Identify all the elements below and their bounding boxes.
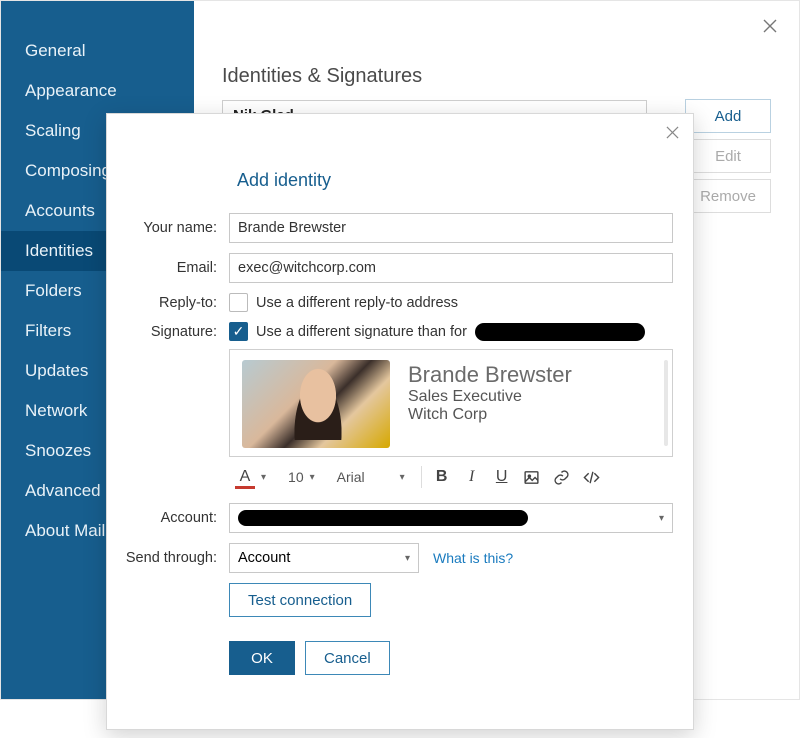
email-label: Email:	[107, 260, 229, 276]
send-through-value: Account	[238, 550, 290, 566]
sidebar-item-general[interactable]: General	[1, 31, 194, 71]
bold-icon[interactable]: B	[432, 467, 452, 487]
close-icon[interactable]	[666, 126, 679, 139]
redacted-text	[238, 510, 528, 526]
underline-icon[interactable]: U	[492, 467, 512, 487]
close-icon[interactable]	[763, 19, 777, 33]
link-icon[interactable]	[552, 467, 572, 487]
your-name-input[interactable]	[229, 213, 673, 243]
section-title: Identities & Signatures	[222, 65, 799, 88]
image-icon[interactable]	[522, 467, 542, 487]
edit-button[interactable]: Edit	[685, 139, 771, 173]
signature-checkbox[interactable]: ✓	[229, 322, 248, 341]
chevron-down-icon[interactable]: ▾	[310, 472, 315, 483]
signature-text: Brande Brewster Sales Executive Witch Co…	[408, 360, 572, 424]
identity-action-buttons: Add Edit Remove	[685, 99, 771, 213]
chevron-down-icon: ▾	[405, 553, 410, 564]
signature-name: Brande Brewster	[408, 362, 572, 388]
reply-to-checkbox-label: Use a different reply-to address	[256, 295, 458, 311]
font-family-value[interactable]: Arial	[337, 469, 365, 485]
signature-checkbox-label: Use a different signature than for	[256, 323, 645, 341]
cancel-button[interactable]: Cancel	[305, 641, 390, 675]
ok-button[interactable]: OK	[229, 641, 295, 675]
chevron-down-icon: ▾	[659, 513, 664, 524]
your-name-label: Your name:	[107, 220, 229, 236]
add-identity-dialog: Add identity Your name: Email: Reply-to:…	[106, 113, 694, 730]
email-input[interactable]	[229, 253, 673, 283]
signature-label: Signature:	[107, 322, 229, 340]
chevron-down-icon[interactable]: ▾	[400, 472, 405, 483]
signature-editor[interactable]: Brande Brewster Sales Executive Witch Co…	[229, 349, 673, 457]
reply-to-checkbox[interactable]	[229, 293, 248, 312]
signature-toolbar: A ▾ 10 ▾ Arial ▾ B I U	[229, 457, 673, 493]
text-color-icon[interactable]: A	[235, 467, 255, 487]
test-connection-button[interactable]: Test connection	[229, 583, 371, 617]
code-icon[interactable]	[582, 467, 602, 487]
sidebar-item-appearance[interactable]: Appearance	[1, 71, 194, 111]
signature-company: Witch Corp	[408, 406, 572, 424]
reply-to-label: Reply-to:	[107, 295, 229, 311]
remove-button[interactable]: Remove	[685, 179, 771, 213]
send-through-label: Send through:	[107, 550, 229, 566]
redacted-text	[475, 323, 645, 341]
signature-title: Sales Executive	[408, 388, 572, 406]
account-label: Account:	[107, 510, 229, 526]
italic-icon[interactable]: I	[462, 467, 482, 487]
what-is-this-link[interactable]: What is this?	[433, 550, 513, 566]
dialog-title: Add identity	[237, 170, 693, 191]
font-size-value[interactable]: 10	[288, 469, 304, 485]
account-select[interactable]: ▾	[229, 503, 673, 533]
add-button[interactable]: Add	[685, 99, 771, 133]
send-through-select[interactable]: Account ▾	[229, 543, 419, 573]
signature-avatar	[242, 360, 390, 448]
chevron-down-icon[interactable]: ▾	[261, 472, 266, 483]
